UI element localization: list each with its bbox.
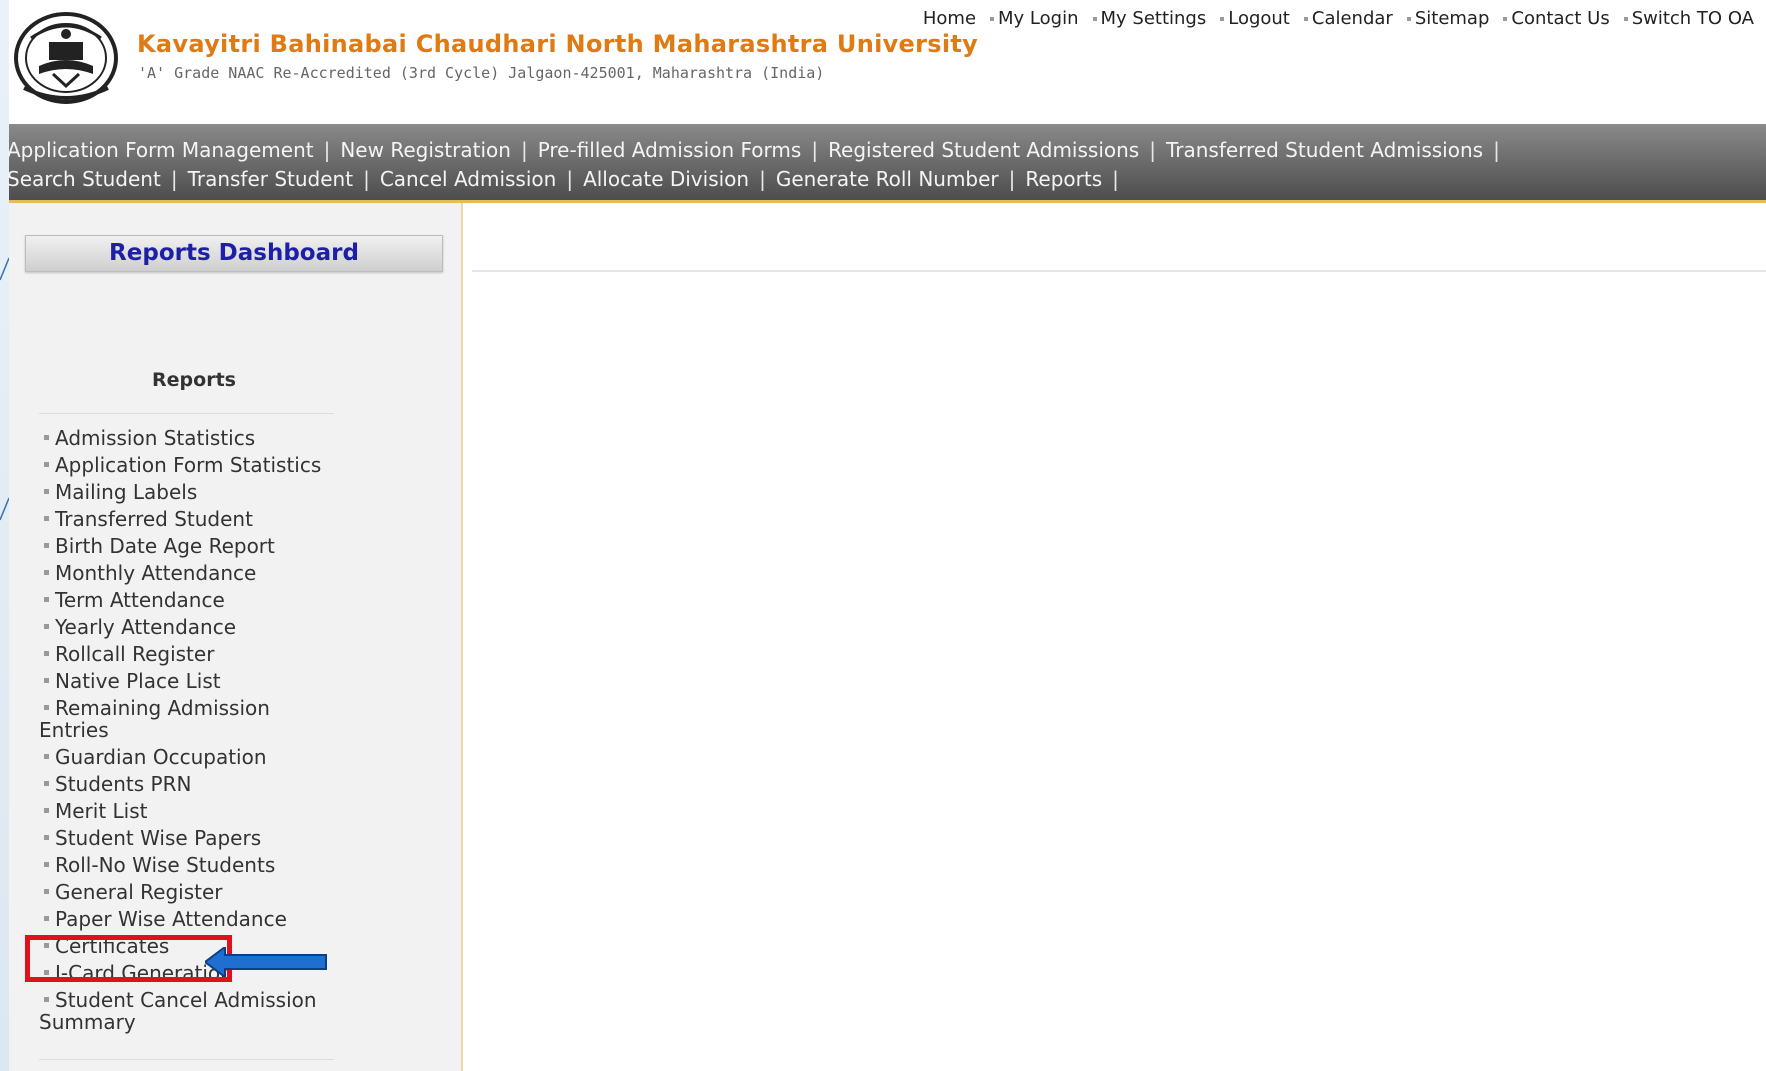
bullet-icon (44, 997, 49, 1002)
report-link-native-place-list[interactable]: Native Place List (39, 667, 379, 694)
bullet-icon (44, 570, 49, 575)
reports-heading: Reports (152, 369, 236, 391)
bullet-icon (44, 435, 49, 440)
bullet-icon (44, 808, 49, 813)
nav-separator: | (759, 167, 766, 191)
top-link-my-settings[interactable]: My Settings (1092, 8, 1206, 29)
university-subtitle: 'A' Grade NAAC Re-Accredited (3rd Cycle)… (138, 64, 825, 82)
bullet-icon (44, 916, 49, 921)
top-link-calendar[interactable]: Calendar (1303, 8, 1393, 29)
nav-transferred-student-admissions[interactable]: Transferred Student Admissions (1166, 138, 1483, 162)
divider (39, 1059, 334, 1060)
bullet-icon (44, 597, 49, 602)
bullet-icon (44, 516, 49, 521)
nav-separator: | (811, 138, 819, 162)
top-link-home[interactable]: Home (923, 8, 976, 29)
bullet-icon (44, 862, 49, 867)
nav-search-student[interactable]: Search Student (7, 167, 161, 191)
nav-separator: | (323, 138, 331, 162)
pointer-arrow-icon (205, 947, 327, 977)
top-link-sitemap[interactable]: Sitemap (1406, 8, 1489, 29)
site-header: Kavayitri Bahinabai Chaudhari North Maha… (9, 0, 1766, 124)
report-link-remaining-admission-entries[interactable]: Remaining Admission Entries (39, 694, 309, 743)
nav-separator: | (520, 138, 528, 162)
nav-transfer-student[interactable]: Transfer Student (188, 167, 354, 191)
report-link-term-attendance[interactable]: Term Attendance (39, 586, 379, 613)
nav-separator: | (1149, 138, 1156, 162)
main-nav-bar: Application Form Management | New Registr… (7, 124, 1766, 203)
report-link-roll-no-wise-students[interactable]: Roll-No Wise Students (39, 851, 379, 878)
nav-separator: | (566, 167, 574, 191)
report-link-merit-list[interactable]: Merit List (39, 797, 379, 824)
report-link-mailing-labels[interactable]: Mailing Labels (39, 478, 379, 505)
report-link-yearly-attendance[interactable]: Yearly Attendance (39, 613, 379, 640)
bullet-icon (44, 489, 49, 494)
top-link-logout[interactable]: Logout (1220, 8, 1290, 29)
report-link-rollcall-register[interactable]: Rollcall Register (39, 640, 379, 667)
nav-new-registration[interactable]: New Registration (340, 138, 511, 162)
bullet-icon (44, 889, 49, 894)
nav-reports[interactable]: Reports (1025, 167, 1102, 191)
nav-pre-filled-admission-forms[interactable]: Pre-filled Admission Forms (538, 138, 802, 162)
nav-separator: | (1112, 167, 1119, 191)
report-link-admission-statistics[interactable]: Admission Statistics (39, 424, 379, 451)
nav-allocate-division[interactable]: Allocate Division (583, 167, 749, 191)
nav-registered-student-admissions[interactable]: Registered Student Admissions (828, 138, 1139, 162)
report-link-paper-wise-attendance[interactable]: Paper Wise Attendance (39, 905, 379, 932)
divider (39, 413, 334, 414)
bullet-icon (44, 754, 49, 759)
report-link-guardian-occupation[interactable]: Guardian Occupation (39, 743, 379, 770)
university-name: Kavayitri Bahinabai Chaudhari North Maha… (137, 30, 979, 58)
nav-application-form-management[interactable]: Application Form Management (7, 138, 314, 162)
top-link-switch-to-oa[interactable]: Switch TO OA (1623, 8, 1754, 29)
reports-dashboard-title: Reports Dashboard (25, 235, 443, 272)
bullet-icon (44, 781, 49, 786)
nav-separator: | (363, 167, 370, 191)
bullet-icon (44, 651, 49, 656)
bullet-icon (44, 543, 49, 548)
report-link-birth-date-age-report[interactable]: Birth Date Age Report (39, 532, 379, 559)
report-link-general-register[interactable]: General Register (39, 878, 379, 905)
bullet-icon (44, 624, 49, 629)
university-seal-icon[interactable] (9, 8, 129, 108)
bullet-icon (44, 705, 49, 710)
bullet-icon (44, 462, 49, 467)
nav-separator: | (1493, 138, 1500, 162)
top-link-contact-us[interactable]: Contact Us (1503, 8, 1610, 29)
report-link-student-wise-papers[interactable]: Student Wise Papers (39, 824, 379, 851)
top-links: Home My Login My Settings Logout Calenda… (909, 8, 1754, 29)
nav-separator: | (170, 167, 178, 191)
nav-separator: | (1008, 167, 1016, 191)
report-link-application-form-statistics[interactable]: Application Form Statistics (39, 451, 379, 478)
nav-row-1: Application Form Management | New Registr… (7, 138, 1510, 162)
report-link-transferred-student[interactable]: Transferred Student (39, 505, 379, 532)
report-link-student-cancel-admission-summary[interactable]: Student Cancel Admission Summary (39, 986, 359, 1035)
bullet-icon (44, 678, 49, 683)
top-link-my-login[interactable]: My Login (990, 8, 1079, 29)
nav-cancel-admission[interactable]: Cancel Admission (380, 167, 556, 191)
content-divider (472, 270, 1766, 272)
highlight-box (25, 935, 232, 982)
nav-row-2: Search Student | Transfer Student | Cancel… (7, 167, 1129, 191)
report-link-students-prn[interactable]: Students PRN (39, 770, 379, 797)
nav-generate-roll-number[interactable]: Generate Roll Number (776, 167, 999, 191)
report-link-monthly-attendance[interactable]: Monthly Attendance (39, 559, 379, 586)
bullet-icon (44, 835, 49, 840)
